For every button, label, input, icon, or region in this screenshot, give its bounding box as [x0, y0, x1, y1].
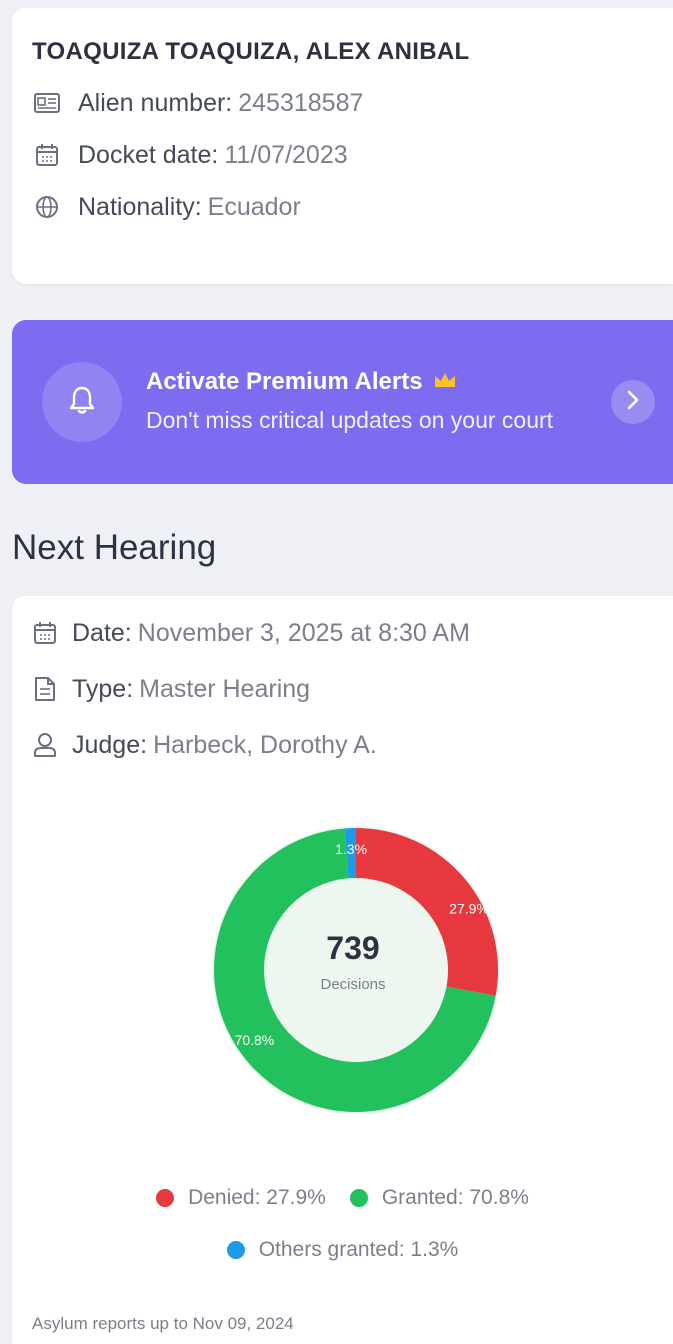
hearing-date-row: Date: November 3, 2025 at 8:30 AM [30, 618, 673, 648]
hearing-type-row: Type: Master Hearing [30, 674, 673, 704]
premium-subtitle: Don't miss critical updates on your cour… [146, 407, 554, 433]
chart-legend: Denied: 27.9% Granted: 70.8% Others gran… [12, 1186, 673, 1290]
docket-date-row: Docket date: 11/07/2023 [32, 140, 673, 170]
legend-granted-dot [349, 1189, 368, 1207]
chevron-right-icon [626, 390, 640, 415]
decisions-label: Decisions [320, 976, 386, 993]
premium-alerts-banner[interactable]: Activate Premium Alerts Don't miss criti… [12, 320, 673, 484]
hearing-type-value: Master Hearing [139, 674, 311, 703]
id-card-icon [32, 88, 62, 118]
calendar-icon [32, 140, 62, 170]
document-icon [30, 674, 60, 704]
nationality-label: Nationality: [78, 192, 202, 221]
crown-icon [433, 368, 457, 396]
hearing-date-label: Date: [72, 618, 132, 647]
donut-label-others-granted: 1.3% [335, 841, 367, 857]
donut-label-granted: 70.8% [235, 1032, 275, 1048]
bell-icon [68, 385, 96, 420]
user-icon [30, 730, 60, 760]
asylum-report-footnote: Asylum reports up to Nov 09, 2024 [32, 1314, 294, 1333]
bell-icon-badge [42, 362, 122, 442]
donut-label-denied: 27.9% [449, 901, 489, 917]
decisions-chart: 27.9% 70.8% 1.3% 739 Decisions [12, 820, 673, 1120]
legend-denied-dot [156, 1189, 175, 1207]
calendar-icon [30, 618, 60, 648]
hearing-judge-row: Judge: Harbeck, Dorothy A. [30, 730, 673, 760]
nationality-row: Nationality: Ecuador [32, 192, 673, 222]
nationality-value: Ecuador [207, 192, 301, 221]
docket-date-value: 11/07/2023 [224, 140, 348, 169]
hearing-judge-label: Judge: [72, 730, 148, 759]
alien-number-row: Alien number: 245318587 [32, 88, 673, 118]
legend-denied: Denied: 27.9% [156, 1186, 326, 1210]
next-hearing-card: Date: November 3, 2025 at 8:30 AM Type: … [12, 596, 673, 1344]
hearing-type-label: Type: [72, 674, 134, 703]
premium-title: Activate Premium Alerts [146, 368, 423, 395]
legend-granted-label: Granted: 70.8% [381, 1186, 529, 1209]
hearing-date-value: November 3, 2025 at 8:30 AM [137, 618, 470, 647]
premium-text: Activate Premium Alerts Don't miss criti… [146, 368, 611, 436]
legend-denied-label: Denied: 27.9% [188, 1186, 326, 1209]
case-name: TOAQUIZA TOAQUIZA, ALEX ANIBAL [32, 38, 470, 65]
docket-date-label: Docket date: [78, 140, 219, 169]
legend-granted: Granted: 70.8% [349, 1186, 529, 1210]
legend-others: Others granted: 1.3% [226, 1238, 459, 1262]
decisions-total: 739 [326, 930, 380, 966]
globe-icon [32, 192, 62, 222]
premium-arrow-button[interactable] [611, 380, 655, 424]
hearing-judge-value: Harbeck, Dorothy A. [153, 730, 377, 759]
alien-number-label: Alien number: [78, 88, 233, 117]
premium-title-row: Activate Premium Alerts [146, 368, 601, 396]
decisions-donut: 27.9% 70.8% 1.3% [212, 826, 500, 1114]
alien-number-value: 245318587 [238, 88, 364, 117]
case-card: TOAQUIZA TOAQUIZA, ALEX ANIBAL Alien num… [12, 8, 673, 284]
next-hearing-title: Next Hearing [12, 528, 217, 567]
legend-others-dot [226, 1241, 245, 1259]
legend-others-label: Others granted: 1.3% [258, 1238, 459, 1261]
